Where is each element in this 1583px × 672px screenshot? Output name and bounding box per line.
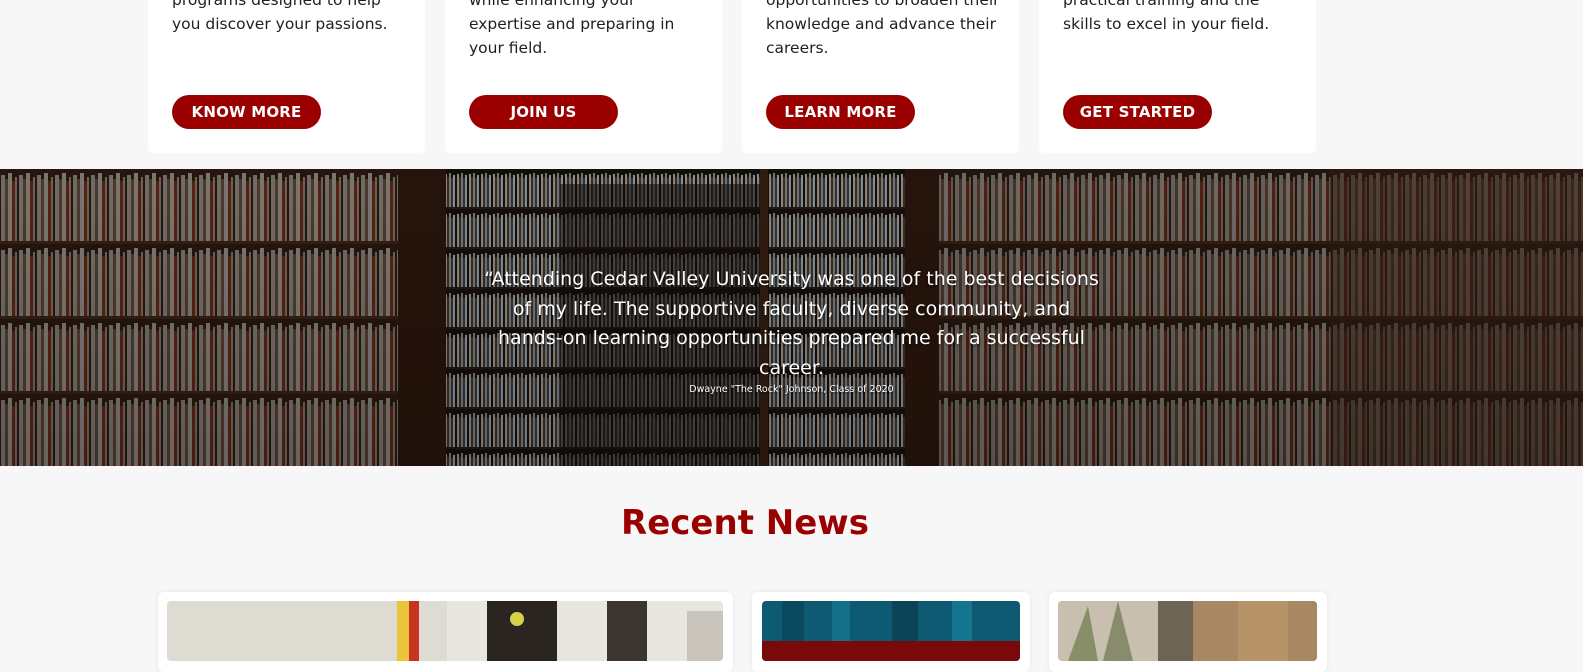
program-card-text: while enhancing your expertise and prepa… xyxy=(469,0,675,57)
news-card-3[interactable] xyxy=(1049,592,1327,672)
join-us-button[interactable]: JOIN US xyxy=(469,95,618,129)
testimonial-attribution: Dwayne "The Rock" Johnson, Class of 2020 xyxy=(689,384,894,395)
news-image[interactable] xyxy=(1058,601,1317,661)
news-image[interactable] xyxy=(762,601,1020,661)
program-cards-section: programs designed to help you discover y… xyxy=(0,0,1583,169)
program-card-4: practical training and the skills to exc… xyxy=(1039,0,1316,153)
know-more-button[interactable]: KNOW MORE xyxy=(172,95,321,129)
recent-news-heading: Recent News xyxy=(621,503,869,543)
learn-more-button[interactable]: LEARN MORE xyxy=(766,95,915,129)
news-image[interactable] xyxy=(167,601,723,661)
news-card-2[interactable] xyxy=(752,592,1030,672)
program-card-2: while enhancing your expertise and prepa… xyxy=(445,0,722,153)
program-card-1: programs designed to help you discover y… xyxy=(148,0,425,153)
program-card-text: practical training and the skills to exc… xyxy=(1063,0,1270,33)
testimonial-quote: “Attending Cedar Valley University was o… xyxy=(484,268,1099,379)
program-card-3: opportunities to broaden their knowledge… xyxy=(742,0,1019,153)
testimonial-banner: “Attending Cedar Valley University was o… xyxy=(0,169,1583,466)
program-card-text: opportunities to broaden their knowledge… xyxy=(766,0,1000,57)
testimonial: “Attending Cedar Valley University was o… xyxy=(0,265,1583,395)
get-started-button[interactable]: GET STARTED xyxy=(1063,95,1212,129)
program-card-text: programs designed to help you discover y… xyxy=(172,0,388,33)
news-card-1[interactable] xyxy=(158,592,733,672)
